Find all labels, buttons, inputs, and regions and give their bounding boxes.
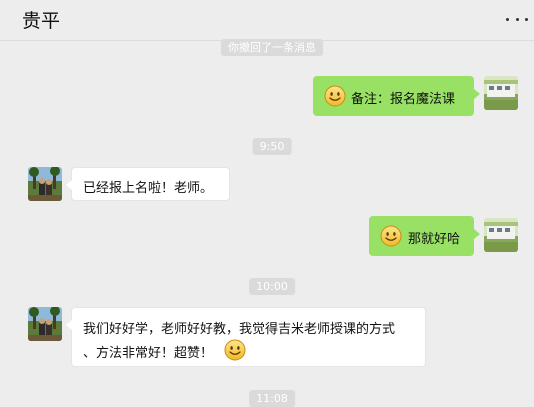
contact-avatar[interactable] [28, 307, 62, 341]
chat-header: 贵平 [0, 0, 534, 41]
received-message-bubble[interactable]: 已经报上名啦！老师。 [66, 167, 230, 201]
my-avatar[interactable] [484, 76, 518, 110]
recall-notice: 你撤回了一条消息 [221, 39, 323, 56]
received-message-bubble[interactable]: 我们好好学，老师好好教，我觉得吉米老师授课的方式 、方法非常好！超赞！ [66, 307, 426, 367]
smile-emoji-icon [224, 339, 246, 361]
message-text: 备注：报名魔法课 [351, 92, 456, 107]
contact-avatar[interactable] [28, 167, 62, 201]
timestamp: 11:08 [249, 390, 295, 407]
sent-message-bubble[interactable]: 那就好哈 [369, 216, 480, 256]
timestamp: 9:50 [252, 138, 292, 155]
chat-title: 贵平 [22, 10, 61, 32]
message-text: 那就好哈 [408, 232, 461, 247]
sent-message-bubble[interactable]: 备注：报名魔法课 [313, 76, 480, 116]
message-text: 已经报上名啦！老师。 [83, 181, 214, 196]
message-text-line: 、方法非常好！超赞！ [83, 346, 214, 361]
timestamp: 10:00 [249, 278, 295, 295]
more-dots-icon[interactable] [506, 15, 528, 23]
message-text-line: 我们好好学，老师好好教，我觉得吉米老师授课的方式 [83, 322, 396, 337]
my-avatar[interactable] [484, 218, 518, 252]
smile-emoji-icon [324, 85, 346, 107]
smile-emoji-icon [380, 225, 402, 247]
